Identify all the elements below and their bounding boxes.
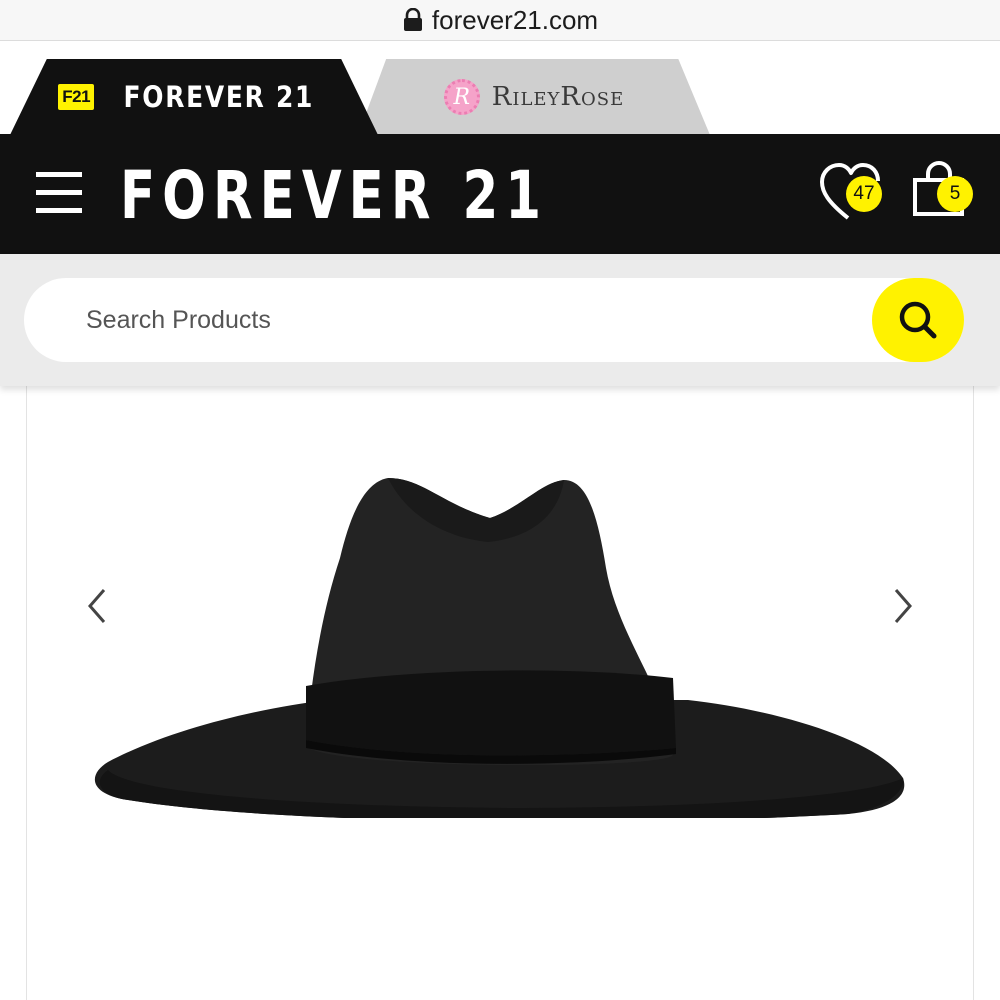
site-header: FOREVER 21 47 5 [0,134,1000,254]
menu-icon[interactable] [36,172,82,216]
tab-forever21[interactable]: F21 FOREVER 21 [10,59,378,135]
search-button[interactable] [872,278,964,362]
wishlist-count-badge: 47 [846,176,882,212]
product-image-carousel [0,386,1000,1000]
url-text: forever21.com [431,4,599,35]
search-placeholder: Search Products [86,306,271,334]
f21-badge-icon: F21 [58,84,95,110]
riley-rose-logo-icon: R [443,79,480,115]
tab-riley-rose-label: RileyRose [491,82,625,112]
tab-forever21-label: FOREVER 21 [123,80,315,114]
wishlist-button[interactable]: 47 [818,160,888,226]
lock-icon [403,8,422,31]
cart-button[interactable]: 5 [912,160,974,226]
browser-url-bar[interactable]: forever21.com [0,0,1000,40]
search-bar: Search Products [0,254,1000,386]
search-input[interactable]: Search Products [24,278,964,362]
site-logo[interactable]: FOREVER 21 [120,156,548,236]
brand-tabs: R RileyRose F21 FOREVER 21 [0,40,1000,135]
product-hat-image [94,478,905,818]
tab-riley-rose[interactable]: R RileyRose [358,59,710,135]
search-icon [899,301,937,339]
cart-count-badge: 5 [937,176,973,212]
